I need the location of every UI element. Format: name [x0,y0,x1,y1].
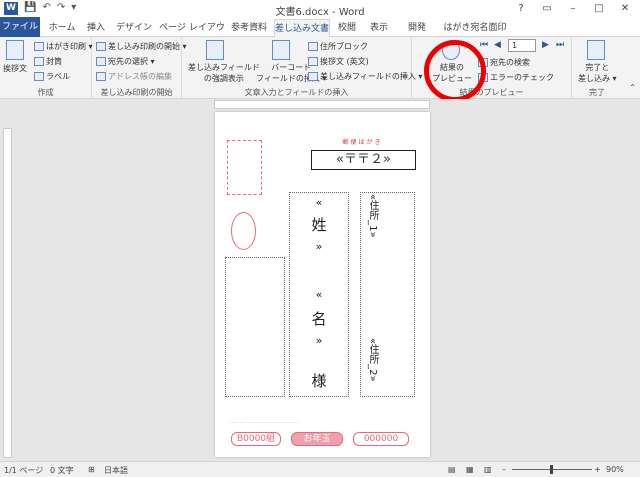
sender-address-box[interactable] [225,257,285,397]
zip-field[interactable]: «〒〒２» [311,150,416,170]
edit-list-icon [96,72,106,81]
minimize-button[interactable]: – [560,0,586,17]
first-name-field[interactable]: 名 [307,308,331,329]
recipients-icon [96,57,106,66]
sender-code-label: 000000 [353,432,409,446]
tab-references[interactable]: 参考資料 [229,19,269,37]
find-recipient-button[interactable]: 宛先の検索 [478,57,530,68]
tab-postcard-address[interactable]: はがき宛名面印刷 [440,19,510,51]
finish-merge-icon [587,40,605,60]
tab-page-layout[interactable]: ページ レイアウト [158,19,226,51]
start-merge-icon [96,42,106,51]
postmark-seal [231,212,256,250]
labels-icon [34,72,44,81]
stamp-image [227,140,262,195]
ribbon-tabs: ファイル ホーム 挿入 デザイン ページ レイアウト 参考資料 差し込み文書 校… [0,17,640,51]
zoom-slider-thumb[interactable] [550,465,553,474]
maximize-button[interactable]: □ [586,0,612,17]
print-layout-icon[interactable]: ▦ [466,465,474,474]
ribbon-display-button[interactable]: ▭ [534,0,560,17]
title-bar: W 💾 ↶ ↷ ▾ 文書6.docx - Word ? ▭ – □ ✕ [0,0,640,18]
collapse-ribbon-icon[interactable]: ⌃ [629,83,636,92]
labels-button[interactable]: ラベル [34,71,70,82]
address1-field[interactable]: «住所_1» [365,194,380,238]
start-merge-button[interactable]: 差し込み印刷の開始 ▾ [96,41,187,52]
group-create: 挨拶文 はがき印刷 ▾ 封筒 ラベル 作成 [0,37,93,99]
envelope-button[interactable]: 封筒 [34,56,62,67]
tab-file[interactable]: ファイル [0,17,40,37]
help-button[interactable]: ? [508,0,534,17]
language-indicator[interactable]: 日本語 [104,465,128,476]
edit-list-button[interactable]: アドレス帳の編集 [96,71,172,82]
envelope-icon [34,57,44,66]
postal-header: 郵便はがき [342,139,383,146]
highlight-fields-button[interactable]: 差し込みフィールド の強調表示 [188,62,260,84]
postcard-page[interactable]: 郵便はがき «〒〒２» « 姓 » « 名 » 様 «住所_1» «住所_2» … [215,112,430,457]
tab-design[interactable]: デザイン [114,19,154,37]
lottery-stamp: お年玉 [291,432,343,446]
record-number-input[interactable]: 1 [508,39,536,52]
read-mode-icon[interactable]: ▤ [448,465,456,474]
horizontal-ruler[interactable] [214,100,430,109]
sender-zip-label: B0000組 [231,432,281,446]
vertical-ruler[interactable] [3,128,12,458]
postcard-icon [34,42,44,51]
greeting-en-icon [308,57,318,66]
footnote-text: - - - - - - - - - - - - - - - - - - - - … [229,420,299,425]
close-button[interactable]: ✕ [612,0,638,17]
group-start-merge-label: 差し込み印刷の開始 [100,88,173,97]
zoom-in-icon[interactable]: + [594,465,601,474]
group-fields: 差し込みフィールド の強調表示 バーコード フィールドの挿入 ▾ 住所ブロック 挨拶… [182,37,422,99]
barcode-icon [272,40,290,60]
address-block-icon [308,42,318,51]
tab-home[interactable]: ホーム [44,19,80,37]
group-finish: 完了と 差し込み ▾ 完了 [572,37,622,99]
group-create-label: 作成 [37,88,54,97]
tab-insert[interactable]: 挿入 [82,19,110,37]
word-count[interactable]: 0 文字 [50,465,74,476]
finish-merge-button[interactable]: 完了と 差し込み ▾ [578,62,617,84]
select-recipients-button[interactable]: 宛先の選択 ▾ [96,56,155,67]
tab-developer[interactable]: 開発 [404,19,430,37]
window-controls: ? ▭ – □ ✕ [508,0,638,17]
web-layout-icon[interactable]: ▥ [484,465,492,474]
zoom-level[interactable]: 90% [606,465,624,474]
greeting-button[interactable]: 挨拶文 [3,63,27,74]
previous-record-icon[interactable]: ◀ [494,40,501,50]
address2-field[interactable]: «住所_2» [365,338,380,382]
proofing-icon[interactable]: ⊞ [88,465,95,474]
tab-review[interactable]: 校閲 [334,19,360,37]
page-count[interactable]: 1/1 ページ [4,465,43,476]
highlight-fields-icon [206,40,224,60]
last-record-icon[interactable]: ⏭ [556,40,564,50]
highlight-circle [424,40,486,102]
greeting-icon [6,40,24,60]
check-errors-button[interactable]: エラーのチェック [478,72,554,83]
greeting-en-button[interactable]: 挨拶文 (英文) [308,56,369,67]
status-bar: 1/1 ページ 0 文字 ⊞ 日本語 ▤ ▦ ▥ – + 90% [0,461,640,477]
postcard-print-button[interactable]: はがき印刷 ▾ [34,41,93,52]
ribbon: 挨拶文 はがき印刷 ▾ 封筒 ラベル 作成 差し込み印刷の開始 ▾ 宛先の選択 … [0,37,640,99]
tab-view[interactable]: 表示 [366,19,392,37]
last-name-field[interactable]: 姓 [307,214,331,235]
group-fields-label: 文章入力とフィールドの挿入 [244,88,349,97]
honorific: 様 [311,372,327,390]
insert-field-button[interactable]: 差し込みフィールドの挿入 ▾ [308,71,422,82]
group-start-merge: 差し込み印刷の開始 ▾ 宛先の選択 ▾ アドレス帳の編集 差し込み印刷の開始 [92,37,187,99]
group-finish-label: 完了 [589,88,605,97]
next-record-icon[interactable]: ▶ [542,40,549,50]
insert-field-icon [308,72,318,81]
first-record-icon[interactable]: ⏮ [480,40,488,50]
address-block-button[interactable]: 住所ブロック [308,41,368,52]
zoom-out-icon[interactable]: – [502,465,506,474]
tab-mailings[interactable]: 差し込み文書 [274,19,330,38]
